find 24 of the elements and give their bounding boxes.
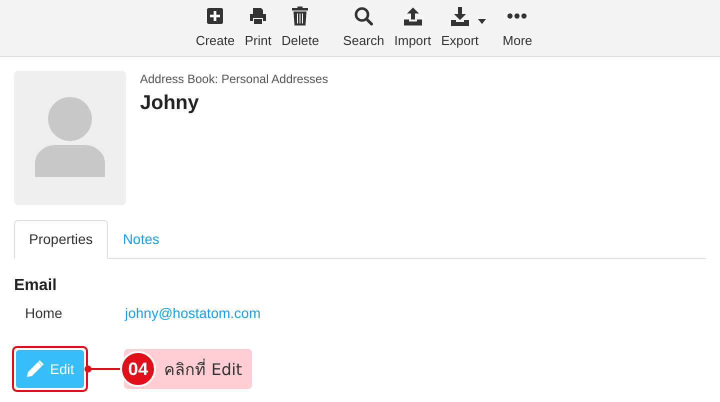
contact-name: Johny xyxy=(140,92,200,115)
toolbar-button[interactable]: Print xyxy=(240,5,276,56)
address-book-label: Address Book: Personal Addresses xyxy=(140,72,328,86)
download-icon xyxy=(450,6,470,26)
step-badge: 04 xyxy=(120,351,156,387)
pencil-icon xyxy=(26,360,44,378)
upload-icon xyxy=(402,5,423,27)
person-icon xyxy=(35,97,105,177)
printer-icon xyxy=(248,5,268,27)
section-heading: Email xyxy=(14,277,58,295)
toolbar-button[interactable]: Export xyxy=(436,5,484,56)
tab[interactable]: Properties xyxy=(14,220,108,259)
callout-text: คลิกที่ Edit xyxy=(164,358,242,380)
trash-icon xyxy=(292,5,308,27)
field-label: Home xyxy=(24,305,64,321)
plus-icon xyxy=(206,5,224,27)
search-icon xyxy=(354,5,374,27)
caret-icon xyxy=(478,19,486,24)
toolbar-button[interactable]: More xyxy=(498,5,538,56)
toolbar-button[interactable]: Delete xyxy=(276,5,324,56)
toolbar-button[interactable]: Search xyxy=(338,5,390,56)
more-icon xyxy=(507,13,528,19)
toolbar-button[interactable]: Import xyxy=(389,5,436,56)
toolbar-button[interactable]: Create xyxy=(190,5,240,56)
